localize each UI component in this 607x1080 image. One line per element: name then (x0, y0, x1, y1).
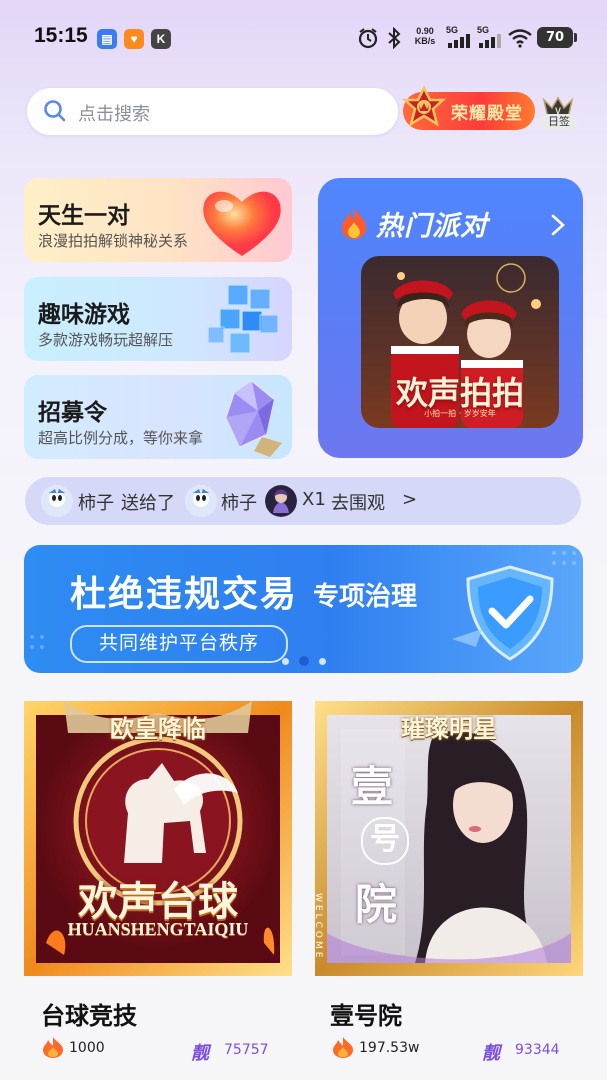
card-subtitle: 浪漫拍拍解锁神秘关系 (38, 232, 189, 250)
card-subtitle: 超高比例分成，等你来拿 (38, 429, 204, 447)
avatar (185, 485, 217, 517)
bluetooth-icon (388, 27, 401, 49)
card-subtitle: 多款游戏畅玩超解压 (38, 331, 174, 349)
hot-party-card[interactable]: 热门派对 欢声拍拍 小拍一拍 · 岁岁安年 (318, 178, 583, 458)
cube-icon (207, 284, 279, 354)
card-title: 招募令 (38, 400, 107, 426)
chevron-right-icon: > (402, 489, 418, 510)
poster-char: 号 (361, 817, 409, 865)
poster-top-label: 欧皇降临 (110, 715, 206, 743)
poster-char: 壹 (351, 762, 394, 811)
hot-party-title: 热门派对 (376, 211, 488, 242)
signal-1-icon (448, 34, 470, 48)
pretty-id-number: 75757 (224, 1042, 269, 1058)
pretty-id-badge: 靓 (482, 1043, 500, 1064)
status-bar: 15:15 ▤ ♥ K 0.90 KB/s 5G 5G 70 (0, 0, 607, 74)
search-icon (44, 100, 66, 122)
honor-hall-button[interactable]: 荣耀殿堂 (401, 86, 535, 130)
clock: 15:15 (34, 24, 88, 47)
gift-item-icon (265, 485, 297, 517)
crystal-icon (225, 380, 282, 457)
poster-char: 院 (355, 880, 398, 929)
card-destined-pair[interactable]: 天生一对 浪漫拍拍解锁神秘关系 (24, 178, 292, 262)
daily-sign-label[interactable]: 日签 (540, 114, 578, 130)
hot-party-image[interactable]: 欢声拍拍 小拍一拍 · 岁岁安年 (361, 256, 559, 428)
room-name[interactable]: 壹号院 (330, 996, 402, 1031)
heat-icon (333, 1037, 353, 1058)
room-heat: 1000 (69, 1040, 105, 1056)
gift-ticker[interactable]: 柿子 送给了 柿子 X1 去围观 > (25, 477, 581, 525)
fire-icon (342, 208, 366, 239)
heart-icon (203, 191, 281, 256)
gift-count: X1 (302, 489, 326, 510)
card-title: 天生一对 (38, 203, 130, 229)
honor-hall-label: 荣耀殿堂 (451, 104, 523, 124)
room-name[interactable]: 台球竞技 (41, 996, 137, 1031)
carousel-dot[interactable] (319, 658, 326, 665)
search-bar[interactable]: 点击搜索 (27, 88, 398, 135)
gift-watch-link[interactable]: 去围观 (331, 489, 385, 515)
wifi-icon (508, 29, 532, 48)
heart-app-icon: ♥ (124, 29, 144, 49)
promo-banner[interactable]: 杜绝违规交易 专项治理 共同维护平台秩序 (24, 545, 583, 673)
card-fun-games[interactable]: 趣味游戏 多款游戏畅玩超解压 (24, 277, 292, 361)
crown-badge-icon (401, 86, 447, 127)
signal-2-icon (479, 34, 501, 48)
search-placeholder: 点击搜索 (78, 104, 150, 125)
room-card-no1-court[interactable]: 璀璨明星 壹 号 院 WELCOME (315, 693, 583, 976)
gift-sender: 柿子 (78, 493, 114, 514)
k-app-icon: K (151, 29, 171, 49)
heat-icon (43, 1037, 63, 1058)
room-heat: 197.53w (359, 1040, 420, 1056)
avatar (41, 485, 73, 517)
party-image-tagline: 小拍一拍 · 岁岁安年 (424, 409, 496, 418)
banner-title: 杜绝违规交易 (70, 574, 299, 615)
gift-action: 送给了 (121, 493, 175, 514)
gift-receiver: 柿子 (221, 493, 257, 514)
carousel-dot[interactable] (282, 658, 289, 665)
pretty-id-badge: 靓 (191, 1043, 209, 1064)
battery-indicator: 70 (537, 27, 577, 48)
banner-title-suffix: 专项治理 (313, 582, 418, 612)
pretty-id-number: 93344 (515, 1042, 560, 1058)
card-title: 趣味游戏 (38, 302, 130, 328)
alarm-icon (358, 28, 378, 49)
poster-subtitle: WELCOME (315, 893, 323, 961)
banner-slogan-pill: 共同维护平台秩序 (70, 625, 288, 663)
carousel-dot[interactable] (299, 656, 309, 666)
shield-check-icon (452, 565, 554, 661)
chevron-right-icon[interactable] (550, 214, 566, 236)
poster-top-label: 璀璨明星 (401, 715, 497, 743)
message-app-icon: ▤ (97, 29, 117, 49)
poster-subtitle: HUANSHENGTAIQIU (67, 919, 249, 939)
room-card-billiards[interactable]: 欧皇降临 欢声台球 HUANSHENGTAIQIU (24, 693, 292, 976)
card-recruitment[interactable]: 招募令 超高比例分成，等你来拿 (24, 375, 292, 459)
network-speed: 0.90 KB/s (414, 26, 436, 46)
